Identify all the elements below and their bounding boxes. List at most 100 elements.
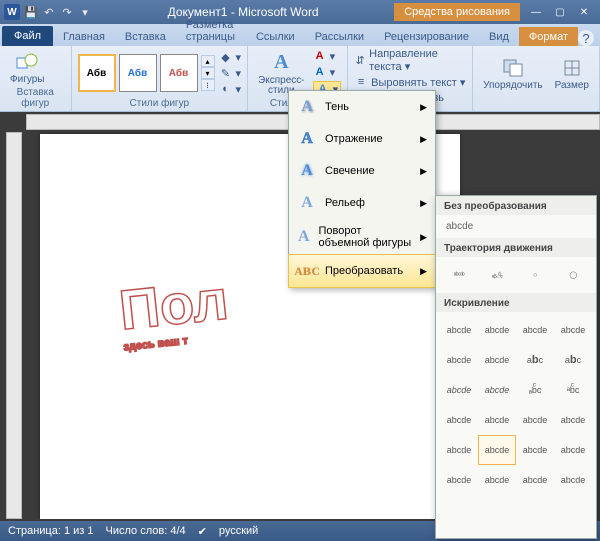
opt-warp[interactable]: ᵃbͨc: [554, 375, 592, 405]
opt-path-1[interactable]: ᵃᵇᶜᵈᵉ: [440, 260, 478, 290]
gallery-up-icon[interactable]: ▴: [201, 55, 215, 67]
maximize-button[interactable]: ▢: [548, 4, 572, 20]
opt-warp[interactable]: abcde: [554, 465, 592, 495]
minimize-button[interactable]: —: [524, 4, 548, 20]
tab-file[interactable]: Файл: [2, 26, 53, 46]
tab-references[interactable]: Ссылки: [246, 27, 305, 46]
chevron-right-icon: ▶: [420, 166, 427, 177]
section-warp: Искривление: [436, 293, 596, 312]
transform-submenu: Без преобразования abcde Траектория движ…: [435, 195, 597, 539]
ruler-vertical[interactable]: [6, 132, 22, 519]
menu-bevel[interactable]: AРельеф▶: [289, 187, 435, 219]
shape-fill-button[interactable]: ◆▾: [219, 50, 242, 64]
tab-mailings[interactable]: Рассылки: [305, 27, 374, 46]
text-fill-icon: A: [313, 49, 327, 63]
menu-3d-rotation[interactable]: AПоворот объемной фигуры▶: [289, 219, 435, 255]
text-outline-button[interactable]: A▾: [313, 65, 342, 79]
opt-warp[interactable]: abcde: [516, 315, 554, 345]
wordart-object[interactable]: Пол здесь ваш т: [116, 269, 232, 354]
effects-icon: ◐: [219, 82, 233, 96]
opt-path-4[interactable]: ◯: [554, 260, 592, 290]
glow-icon: A: [297, 161, 317, 181]
opt-warp[interactable]: abcde: [440, 435, 478, 465]
bevel-icon: A: [297, 193, 317, 213]
shape-style-1[interactable]: Абв: [78, 54, 116, 92]
opt-warp[interactable]: abcde: [478, 405, 516, 435]
opt-warp[interactable]: abcde: [554, 435, 592, 465]
opt-warp-selected[interactable]: abcde: [478, 435, 516, 465]
size-button[interactable]: Размер: [551, 54, 593, 93]
chevron-right-icon: ▶: [420, 102, 427, 113]
arrange-button[interactable]: Упорядочить: [479, 54, 547, 93]
opt-warp[interactable]: abcde: [478, 375, 516, 405]
tab-insert[interactable]: Вставка: [115, 27, 176, 46]
qat-save-icon[interactable]: 💾: [24, 5, 38, 19]
qat-undo-icon[interactable]: ↶: [42, 5, 56, 19]
group-label-shape-styles: Стили фигур: [78, 98, 242, 111]
tab-home[interactable]: Главная: [53, 27, 115, 46]
section-follow-path: Траектория движения: [436, 238, 596, 257]
quick-styles-icon: A: [269, 51, 293, 75]
qat-more-icon[interactable]: ▾: [78, 5, 92, 19]
tab-layout[interactable]: Разметка страницы: [176, 15, 246, 46]
section-no-transform: Без преобразования: [436, 196, 596, 215]
text-effects-menu: AТень▶ AОтражение▶ AСвечение▶ AРельеф▶ A…: [288, 90, 436, 288]
menu-reflection[interactable]: AОтражение▶: [289, 123, 435, 155]
opt-warp[interactable]: abc: [516, 345, 554, 375]
status-proofing-icon[interactable]: ✔: [198, 525, 207, 538]
opt-warp[interactable]: abcde: [440, 465, 478, 495]
gallery-down-icon[interactable]: ▾: [201, 67, 215, 79]
status-words[interactable]: Число слов: 4/4: [106, 525, 186, 537]
fill-icon: ◆: [219, 50, 233, 64]
help-icon[interactable]: ?: [578, 30, 594, 46]
chevron-right-icon: ▶: [420, 266, 427, 277]
transform-icon: ᴀʙᴄ: [297, 261, 317, 281]
tab-view[interactable]: Вид: [479, 27, 519, 46]
text-outline-icon: A: [313, 65, 327, 79]
status-page[interactable]: Страница: 1 из 1: [8, 525, 94, 537]
gallery-more-icon[interactable]: ⁝: [201, 79, 215, 91]
opt-warp[interactable]: abcde: [440, 375, 478, 405]
align-text-button[interactable]: ≡Выровнять текст ▾: [354, 75, 466, 89]
close-button[interactable]: ✕: [572, 4, 596, 20]
shape-style-2[interactable]: Абв: [119, 54, 157, 92]
text-fill-button[interactable]: A▾: [313, 49, 342, 63]
opt-warp[interactable]: abcde: [440, 345, 478, 375]
shadow-icon: A: [297, 97, 317, 117]
tab-format[interactable]: Формат: [519, 27, 578, 46]
shape-style-3[interactable]: Абв: [160, 54, 198, 92]
opt-warp[interactable]: ₐbͨc: [516, 375, 554, 405]
rotation-icon: A: [297, 227, 311, 247]
shape-effects-button[interactable]: ◐▾: [219, 82, 242, 96]
menu-transform[interactable]: ᴀʙᴄПреобразовать▶: [288, 254, 436, 288]
menu-glow[interactable]: AСвечение▶: [289, 155, 435, 187]
opt-warp[interactable]: abcde: [516, 405, 554, 435]
text-direction-button[interactable]: ⇵Направление текста ▾: [354, 48, 466, 73]
shape-outline-button[interactable]: ✎▾: [219, 66, 242, 80]
opt-warp[interactable]: abcde: [554, 315, 592, 345]
shapes-button[interactable]: Фигуры: [6, 48, 48, 87]
chevron-right-icon: ▶: [420, 232, 427, 243]
reflection-icon: A: [297, 129, 317, 149]
opt-warp[interactable]: abc: [554, 345, 592, 375]
outline-icon: ✎: [219, 66, 233, 80]
opt-warp[interactable]: abcde: [516, 465, 554, 495]
opt-warp[interactable]: abcde: [478, 345, 516, 375]
opt-warp[interactable]: abcde: [478, 465, 516, 495]
status-language[interactable]: русский: [219, 525, 258, 537]
app-icon: W: [4, 4, 20, 20]
contextual-tab-label: Средства рисования: [394, 3, 520, 21]
opt-path-3[interactable]: ○: [516, 260, 554, 290]
qat-redo-icon[interactable]: ↷: [60, 5, 74, 19]
opt-warp[interactable]: abcde: [440, 315, 478, 345]
opt-warp[interactable]: abcde: [440, 405, 478, 435]
opt-path-2[interactable]: ₐᵦ꜀ᵈₑ: [478, 260, 516, 290]
tab-review[interactable]: Рецензирование: [374, 27, 479, 46]
chevron-right-icon: ▶: [420, 134, 427, 145]
opt-warp[interactable]: abcde: [516, 435, 554, 465]
chevron-right-icon: ▶: [420, 198, 427, 209]
opt-warp[interactable]: abcde: [478, 315, 516, 345]
opt-warp[interactable]: abcde: [554, 405, 592, 435]
menu-shadow[interactable]: AТень▶: [289, 91, 435, 123]
opt-no-transform[interactable]: abcde: [436, 215, 596, 238]
